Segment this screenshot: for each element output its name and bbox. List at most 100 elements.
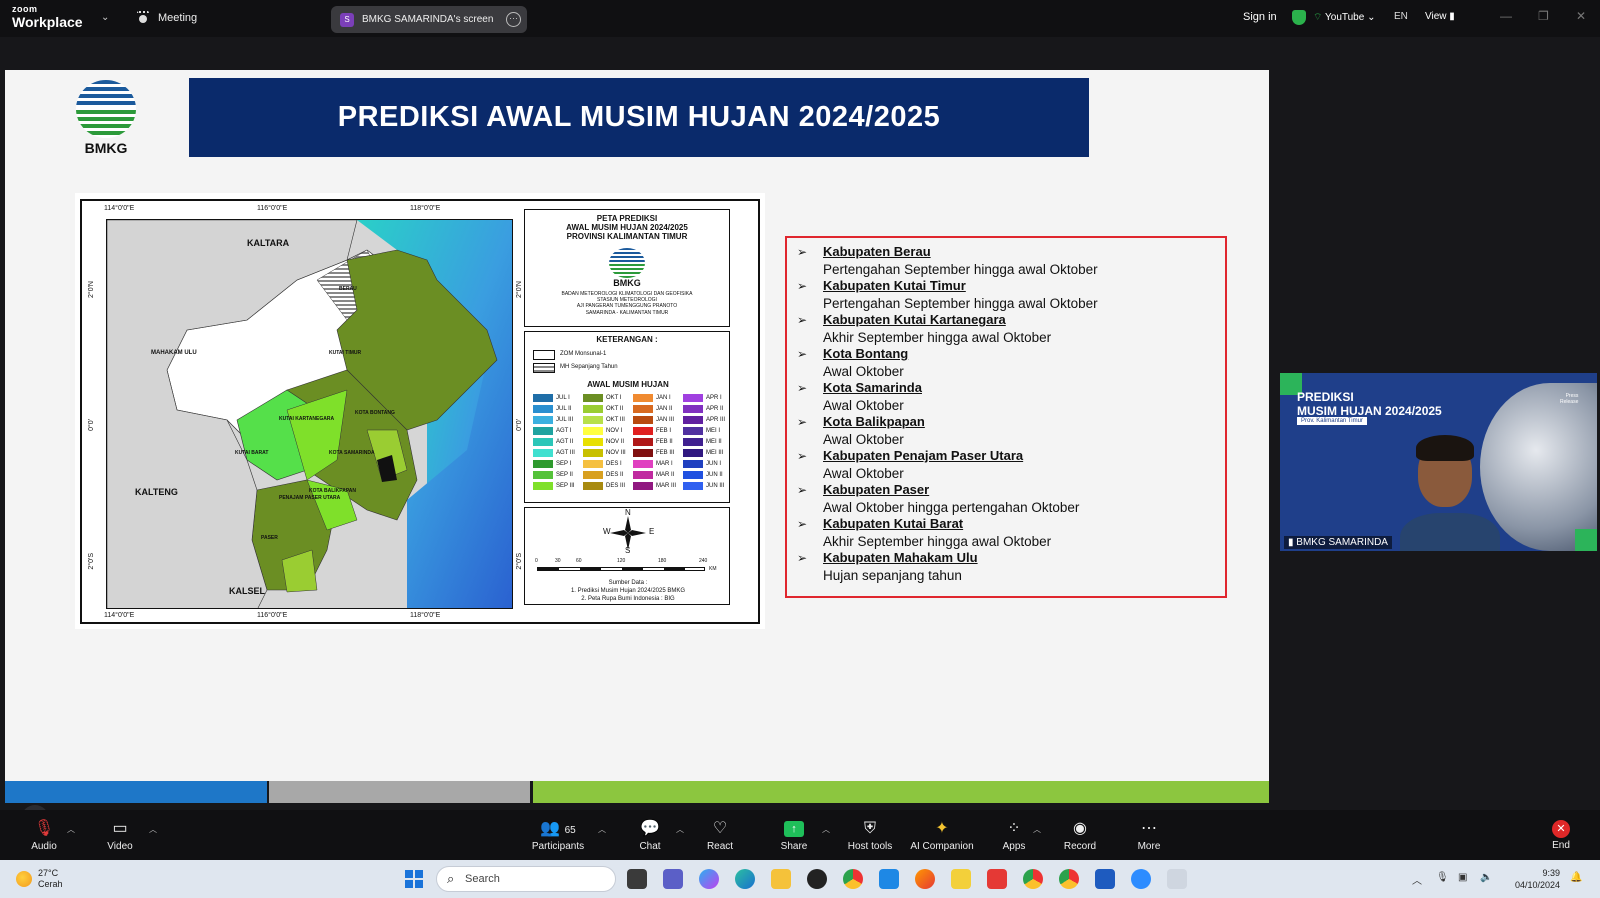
minimize-icon[interactable]: — — [1500, 9, 1512, 23]
chrome-profile-2-icon[interactable] — [1059, 869, 1079, 889]
view-menu[interactable]: View ▮ — [1425, 11, 1455, 22]
zoom-top-bar: zoom Workplace ⌄ Meeting S BMKG SAMARIND… — [0, 0, 1600, 37]
legend-swatch-label: AGT III — [556, 450, 575, 456]
zoom-workplace-logo[interactable]: zoom Workplace — [12, 5, 83, 30]
legend-swatch — [633, 438, 653, 446]
more-button[interactable]: ⋯ More — [1129, 810, 1169, 860]
view-label: View — [1425, 11, 1447, 22]
meeting-menu[interactable]: Meeting — [136, 11, 197, 25]
more-icon: ⋯ — [1141, 820, 1157, 837]
legend-swatch-label: OKT II — [606, 406, 624, 412]
microphone-tray-icon[interactable]: 🎙 — [1436, 872, 1449, 883]
bullet-arrow-icon: ➢ — [797, 313, 808, 327]
legend-swatch-label: JAN I — [656, 395, 671, 401]
youtube-live-menu[interactable]: ⌔ YouTube ⌄ — [1313, 11, 1375, 24]
restore-icon[interactable]: ❐ — [1538, 9, 1549, 23]
coord-right-1: 2°0'N — [516, 281, 523, 298]
legend-swatch — [583, 394, 603, 402]
more-options-icon[interactable]: ··· — [506, 12, 521, 27]
legend-swatch — [633, 471, 653, 479]
legend-swatch-label: JAN III — [656, 417, 675, 423]
map-frame: 114°0'0"E 116°0'0"E 118°0'0"E 114°0'0"E … — [80, 199, 760, 624]
word-icon[interactable] — [1095, 869, 1115, 889]
taskbar-search[interactable]: Search — [436, 866, 616, 892]
ai-companion-button[interactable]: ✦ AI Companion — [904, 810, 980, 860]
apps-options-caret[interactable]: ︿ — [1033, 824, 1041, 835]
participants-button[interactable]: 👥 65 Participants — [530, 810, 586, 860]
edge-icon[interactable] — [735, 869, 755, 889]
tray-overflow-icon[interactable]: ︿ — [1412, 872, 1422, 887]
firefox-icon[interactable] — [915, 869, 935, 889]
kabupaten-desc: Awal Oktober hingga pertengahan Oktober — [823, 500, 1080, 515]
close-window-icon[interactable]: ✕ — [1576, 9, 1586, 23]
host-tools-button[interactable]: ⛨ Host tools — [842, 810, 898, 860]
end-meeting-button[interactable]: ✕ End — [1541, 810, 1581, 860]
map-shapes — [107, 220, 512, 608]
kabupaten-name: Kabupaten Berau — [823, 244, 931, 259]
share-button[interactable]: ↑ Share — [774, 810, 814, 860]
snipping-tool-icon[interactable] — [1167, 869, 1187, 889]
mic-muted-icon: 🎙 — [33, 820, 55, 837]
footer-bar-blue — [5, 781, 267, 803]
chevron-down-icon[interactable]: ⌄ — [101, 12, 109, 23]
legend-swatch — [533, 405, 553, 413]
sticky-notes-icon[interactable] — [951, 869, 971, 889]
language-selector[interactable]: EN — [1394, 11, 1408, 22]
teams-icon[interactable] — [663, 869, 683, 889]
weather-widget[interactable]: 27°C Cerah — [16, 868, 63, 890]
volume-icon[interactable]: 🔈 — [1480, 872, 1492, 883]
acrobat-icon[interactable] — [987, 869, 1007, 889]
react-button[interactable]: ♡ React — [700, 810, 740, 860]
audio-button[interactable]: 🎙 Audio — [24, 810, 64, 860]
coord-bottom-3: 118°0'0"E — [410, 612, 441, 619]
chat-options-caret[interactable]: ︿ — [676, 824, 684, 835]
chrome-icon[interactable] — [843, 869, 863, 889]
label-kalteng: KALTENG — [135, 487, 178, 497]
chrome-profile-icon[interactable] — [1023, 869, 1043, 889]
press-release-label: Press Release — [1560, 393, 1578, 405]
shared-screen-stage: BMKG PREDIKSI AWAL MUSIM HUJAN 2024/2025… — [0, 37, 1600, 833]
compass-s: S — [625, 546, 631, 555]
bmkg-logo: BMKG — [75, 80, 137, 156]
sumber-title: Sumber Data : — [608, 580, 648, 586]
legend-swatch-label: NOV III — [606, 450, 626, 456]
legend-swatch — [533, 449, 553, 457]
kabupaten-desc: Awal Oktober — [823, 398, 904, 413]
video-options-caret[interactable]: ︿ — [149, 824, 157, 835]
legend-scale-box: N S W E 0 30 60 120 180 240 KM Sumber Da… — [524, 507, 730, 605]
participant-video-tile[interactable]: PREDIKSI MUSIM HUJAN 2024/2025 Prov. Kal… — [1280, 373, 1597, 551]
legend-swatch — [583, 482, 603, 490]
compass-w: W — [603, 527, 611, 536]
chat-icon: 💬 — [640, 820, 660, 837]
kabupaten-desc: Akhir September hingga awal Oktober — [823, 534, 1052, 549]
video-button[interactable]: ▭ Video — [100, 810, 140, 860]
apps-button[interactable]: ⁘ Apps — [994, 810, 1034, 860]
chat-button[interactable]: 💬 Chat — [630, 810, 670, 860]
kabupaten-name: Kabupaten Kutai Timur — [823, 278, 966, 293]
scale-0: 0 — [535, 558, 538, 564]
legend-swatch-label: APR III — [706, 417, 726, 423]
sign-in-link[interactable]: Sign in — [1243, 11, 1277, 23]
share-options-caret[interactable]: ︿ — [822, 824, 830, 835]
audio-options-caret[interactable]: ︿ — [67, 824, 75, 835]
zoom-app-icon[interactable] — [1131, 869, 1151, 889]
network-icon[interactable]: ▣ — [1458, 872, 1467, 883]
copilot-icon[interactable] — [699, 869, 719, 889]
taskbar-clock[interactable]: 9:39 04/10/2024 — [1510, 867, 1560, 891]
end-icon: ✕ — [1552, 820, 1570, 838]
participants-options-caret[interactable]: ︿ — [598, 824, 606, 835]
store-icon[interactable] — [879, 869, 899, 889]
ai-companion-label: AI Companion — [910, 841, 974, 852]
task-view-icon[interactable] — [627, 869, 647, 889]
record-button[interactable]: ◉ Record — [1060, 810, 1100, 860]
security-shield-icon[interactable] — [1292, 10, 1306, 25]
legend-keterangan-box: KETERANGAN : ZOM Monsunal-1 MH Sepanjang… — [524, 331, 730, 503]
file-explorer-icon[interactable] — [771, 869, 791, 889]
screen-share-indicator[interactable]: S BMKG SAMARINDA's screen ··· — [331, 6, 527, 33]
dell-icon[interactable] — [807, 869, 827, 889]
windows-start-icon[interactable] — [405, 870, 423, 888]
legend-swatch — [583, 460, 603, 468]
legend-swatch-label: MEI II — [706, 439, 722, 445]
share-label: BMKG SAMARINDA's screen — [362, 14, 494, 25]
notifications-bell-icon[interactable]: 🔔 — [1570, 872, 1582, 883]
